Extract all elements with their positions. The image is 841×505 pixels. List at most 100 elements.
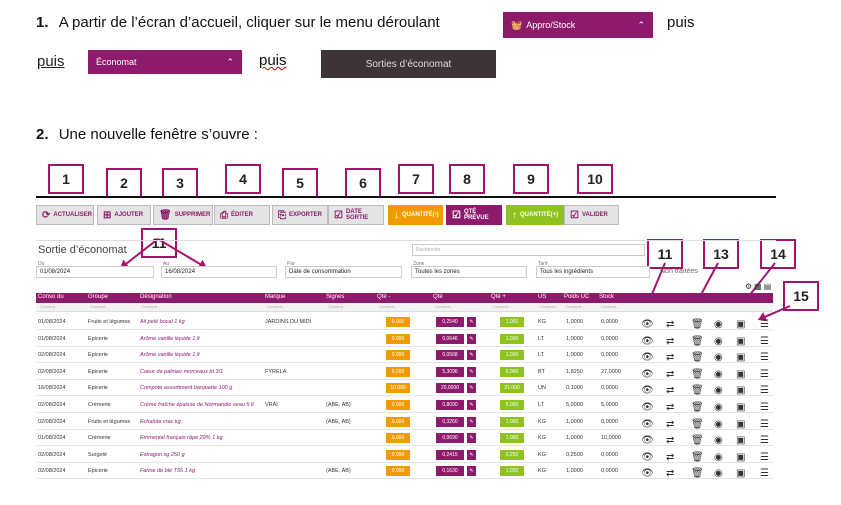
toolbar-button-8[interactable]: ☑ QTÉ PRÉVUE bbox=[446, 205, 502, 225]
zone-select[interactable]: Toutes les zones bbox=[411, 266, 527, 278]
edit-icon[interactable]: ✎ bbox=[467, 317, 476, 327]
table-row[interactable]: 02/08/2024 Epicerie Arôme vanille liquide … bbox=[36, 347, 773, 364]
qty-plus-field[interactable]: 5.000 bbox=[500, 400, 524, 410]
camera-icon[interactable]: ◉ bbox=[714, 336, 723, 347]
qty-field[interactable]: 20,0000 bbox=[436, 383, 464, 394]
qty-plus-field[interactable]: 1.000 bbox=[500, 333, 524, 344]
economat-menu[interactable]: Économat ⌃ bbox=[88, 50, 242, 74]
camera-icon[interactable]: ◉ bbox=[714, 352, 723, 363]
non-traitees-toggle[interactable]: Non traitées bbox=[660, 268, 698, 275]
list-icon[interactable]: ☰ bbox=[760, 369, 769, 380]
image-icon[interactable]: ▣ bbox=[736, 336, 745, 347]
eye-icon[interactable]: 👁 bbox=[641, 452, 654, 463]
camera-icon[interactable]: ◉ bbox=[714, 468, 723, 479]
appro-stock-menu[interactable]: 🧺 Appro/Stock ⌃ bbox=[503, 12, 653, 38]
swap-icon[interactable]: ⇄ bbox=[666, 385, 674, 396]
image-icon[interactable]: ▣ bbox=[736, 402, 745, 413]
swap-icon[interactable]: ⇄ bbox=[666, 435, 674, 446]
table-row[interactable]: 02/08/2024 Epicerie Coeur de palmier morce… bbox=[36, 364, 773, 380]
qty-field[interactable]: 5,3096 bbox=[436, 366, 464, 377]
table-row[interactable]: 16/08/2024 Epicerie Compote assortiment ba… bbox=[36, 380, 773, 397]
eye-icon[interactable]: 👁 bbox=[641, 336, 654, 347]
qty-minus-field[interactable]: 0.000 bbox=[386, 449, 410, 460]
column-header[interactable]: Poids UC bbox=[564, 294, 589, 300]
edit-icon[interactable]: ✎ bbox=[467, 400, 476, 410]
search-input[interactable]: Recherche bbox=[412, 244, 645, 256]
column-filter[interactable]: Contient... bbox=[142, 304, 160, 309]
camera-icon[interactable]: ◉ bbox=[714, 369, 723, 380]
table-row[interactable]: 02/08/2024 Crèmerie Crème fraîche épaisse … bbox=[36, 397, 773, 413]
qty-plus-field[interactable]: 0.250 bbox=[500, 449, 524, 460]
image-icon[interactable]: ▣ bbox=[736, 468, 745, 479]
edit-icon[interactable]: ✎ bbox=[467, 449, 476, 460]
list-icon[interactable]: ☰ bbox=[760, 402, 769, 413]
du-date-field[interactable]: 01/08/2024 bbox=[36, 266, 154, 278]
image-icon[interactable]: ▣ bbox=[736, 319, 745, 330]
trash-icon[interactable]: 🗑 bbox=[691, 419, 704, 430]
edit-icon[interactable]: ✎ bbox=[467, 350, 476, 361]
edit-icon[interactable]: ✎ bbox=[467, 433, 476, 444]
camera-icon[interactable]: ◉ bbox=[714, 452, 723, 463]
qty-plus-field[interactable]: 6.000 bbox=[500, 366, 524, 377]
qty-minus-field[interactable]: 0.000 bbox=[386, 466, 410, 477]
column-filter[interactable]: Contient... bbox=[379, 304, 397, 309]
column-header[interactable]: Conso du bbox=[38, 294, 64, 300]
qty-plus-field[interactable]: 1.000 bbox=[500, 466, 524, 477]
eye-icon[interactable]: 👁 bbox=[641, 385, 654, 396]
qty-field[interactable]: 0,0646 bbox=[436, 333, 464, 344]
toolbar-button-9[interactable]: ↑ QUANTITÉ(+) bbox=[506, 205, 564, 225]
column-filter[interactable]: Contient... bbox=[566, 304, 584, 309]
swap-icon[interactable]: ⇄ bbox=[666, 319, 674, 330]
list-icon[interactable]: ☰ bbox=[760, 435, 769, 446]
swap-icon[interactable]: ⇄ bbox=[666, 452, 674, 463]
image-icon[interactable]: ▣ bbox=[736, 452, 745, 463]
column-filter[interactable]: Contient... bbox=[40, 304, 58, 309]
qty-minus-field[interactable]: 5.000 bbox=[386, 366, 410, 377]
column-header[interactable]: US bbox=[538, 294, 546, 300]
toolbar-button-2[interactable]: ⊞ AJOUTER bbox=[97, 205, 151, 225]
list-icon[interactable]: ☰ bbox=[760, 352, 769, 363]
column-filter[interactable]: Contient... bbox=[540, 304, 558, 309]
qty-plus-field[interactable]: 21.000 bbox=[500, 383, 524, 394]
sorties-economat-menu[interactable]: Sorties d’économat bbox=[321, 50, 496, 78]
settings-icon[interactable]: ⚙▦▤ bbox=[745, 282, 773, 291]
qty-plus-field[interactable]: 1.000 bbox=[500, 416, 524, 427]
trash-icon[interactable]: 🗑 bbox=[691, 385, 704, 396]
column-header[interactable]: Stock bbox=[599, 294, 614, 300]
image-icon[interactable]: ▣ bbox=[736, 352, 745, 363]
qty-field[interactable]: 0,3260 bbox=[436, 416, 464, 427]
column-header[interactable]: Désignation bbox=[140, 294, 172, 300]
column-header[interactable]: Qté - bbox=[377, 294, 390, 300]
swap-icon[interactable]: ⇄ bbox=[666, 336, 674, 347]
toolbar-button-10[interactable]: ☑ VALIDER bbox=[564, 205, 619, 225]
image-icon[interactable]: ▣ bbox=[736, 435, 745, 446]
toolbar-button-1[interactable]: ⟳ ACTUALISER bbox=[36, 205, 94, 225]
camera-icon[interactable]: ◉ bbox=[714, 385, 723, 396]
swap-icon[interactable]: ⇄ bbox=[666, 468, 674, 479]
eye-icon[interactable]: 👁 bbox=[641, 419, 654, 430]
qty-plus-field[interactable]: 1.000 bbox=[500, 433, 524, 444]
qty-minus-field[interactable]: 0.000 bbox=[386, 400, 410, 410]
column-filter[interactable]: Contient... bbox=[328, 304, 346, 309]
qty-minus-field[interactable]: 0.000 bbox=[386, 416, 410, 427]
column-header[interactable]: Qté bbox=[433, 294, 443, 300]
trash-icon[interactable]: 🗑 bbox=[691, 369, 704, 380]
column-filter[interactable]: Contient... bbox=[90, 304, 108, 309]
table-row[interactable]: 01/08/2024 Fruits et légumes Ail pelé boca… bbox=[36, 314, 773, 330]
table-row[interactable]: 01/08/2024 Epicerie Arôme vanille liquide … bbox=[36, 331, 773, 347]
column-header[interactable]: Groupe bbox=[88, 294, 108, 300]
list-icon[interactable]: ☰ bbox=[760, 419, 769, 430]
column-header[interactable]: Qté + bbox=[491, 294, 506, 300]
list-icon[interactable]: ☰ bbox=[760, 336, 769, 347]
column-filter[interactable]: Contient... bbox=[493, 304, 511, 309]
qty-plus-field[interactable]: 1.000 bbox=[500, 317, 524, 327]
toolbar-button-5[interactable]: ⎘ EXPORTER bbox=[272, 205, 328, 225]
camera-icon[interactable]: ◉ bbox=[714, 419, 723, 430]
trash-icon[interactable]: 🗑 bbox=[691, 468, 704, 479]
edit-icon[interactable]: ✎ bbox=[467, 383, 476, 394]
camera-icon[interactable]: ◉ bbox=[714, 402, 723, 413]
qty-field[interactable]: 0,2415 bbox=[436, 449, 464, 460]
list-icon[interactable]: ☰ bbox=[760, 385, 769, 396]
column-header[interactable]: Signes bbox=[326, 294, 344, 300]
camera-icon[interactable]: ◉ bbox=[714, 319, 723, 330]
